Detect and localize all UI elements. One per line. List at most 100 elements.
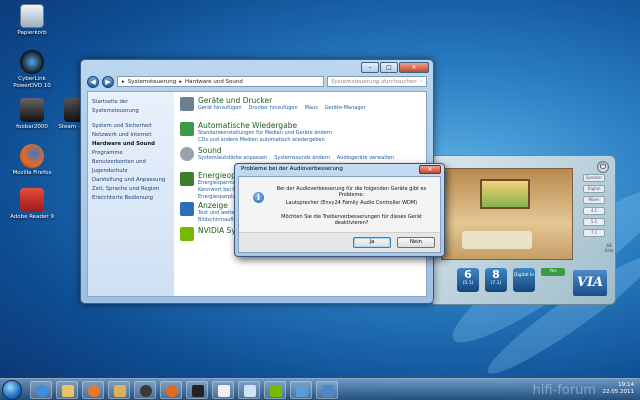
desktop-icon-recycle-bin[interactable]: Papierkorb xyxy=(4,4,60,37)
taskbar-app[interactable] xyxy=(108,381,130,399)
clock-date: 22.05.2011 xyxy=(602,389,635,395)
yes-button[interactable]: Ja xyxy=(353,237,391,248)
category-devices-printers: Geräte und Drucker Gerät hinzufügen Druck… xyxy=(180,96,422,118)
sidebar-item[interactable]: Benutzerkonten und Jugendschutz xyxy=(92,158,170,176)
taskbar-app[interactable] xyxy=(290,381,312,399)
mode-button[interactable]: 4.1 xyxy=(583,207,605,215)
taskbar-app[interactable] xyxy=(238,381,260,399)
sidebar-item[interactable]: System und Sicherheit xyxy=(92,122,170,131)
sidebar-item-home[interactable]: Startseite der Systemsteuerung xyxy=(92,98,170,116)
mode-button[interactable]: 7.1 xyxy=(583,229,605,237)
dialog-message: Bei der Audioverbesserung für die folgen… xyxy=(276,186,427,198)
taskbar-app[interactable] xyxy=(186,381,208,399)
autoplay-icon xyxy=(180,122,194,136)
desktop-icon-powerdvd[interactable]: CyberLink PowerDVD 10 xyxy=(4,50,60,90)
sidebar-item-current[interactable]: Hardware und Sound xyxy=(92,140,170,149)
dialog-button-bar: Ja Nein xyxy=(239,232,440,252)
no-button[interactable]: Nein xyxy=(397,237,435,248)
category-link[interactable]: Audiogeräte verwalten xyxy=(337,155,394,161)
mode-button[interactable]: Speaker xyxy=(583,174,605,182)
firefox-icon xyxy=(166,385,178,397)
taskbar-app[interactable] xyxy=(82,381,104,399)
sidebar-item[interactable]: Zeit, Sprache und Region xyxy=(92,185,170,194)
notepad-icon xyxy=(244,385,256,397)
dialog-body: i Bei der Audioverbesserung für die folg… xyxy=(238,176,441,253)
watermark: hifi-forum xyxy=(532,383,596,398)
close-button[interactable]: ✕ xyxy=(399,62,429,73)
forward-icon[interactable]: ▶ xyxy=(102,75,114,88)
category-link[interactable]: Systemlautstärke anpassen xyxy=(198,155,267,161)
nvidia-icon xyxy=(270,385,282,397)
taskbar-app[interactable] xyxy=(212,381,234,399)
monitor-icon xyxy=(180,202,194,216)
back-icon[interactable]: ◀ xyxy=(87,75,99,88)
channel-6-button[interactable]: 6 (5.1) xyxy=(457,268,479,292)
category-link[interactable]: Standardeinstellungen für Medien und Ger… xyxy=(198,130,422,137)
channel-8-button[interactable]: 8 (7.1) xyxy=(485,268,507,292)
digital-in-button[interactable]: Digital In xyxy=(513,268,535,292)
media-player-icon xyxy=(88,385,100,397)
category-title[interactable]: Geräte und Drucker xyxy=(198,96,422,105)
desktop-icon-adobe-reader[interactable]: Adobe Reader 9 xyxy=(4,188,60,221)
control-panel-icon xyxy=(296,385,308,397)
powerdvd-icon xyxy=(20,50,44,74)
category-autoplay: Automatische Wiedergabe Standardeinstell… xyxy=(180,121,422,143)
maximize-button[interactable]: □ xyxy=(380,62,398,73)
via-logo: VIA xyxy=(573,270,607,296)
category-link[interactable]: CDs und andere Medien automatisch wieder… xyxy=(198,137,422,144)
dialog-close-button[interactable]: ✕ xyxy=(419,165,441,174)
address-bar: ◀ ▶ ▸ Systemsteuerung ▸ Hardware und Sou… xyxy=(87,75,427,88)
taskbar-app[interactable] xyxy=(134,381,156,399)
sidebar-item[interactable]: Netzwerk und Internet xyxy=(92,131,170,140)
taskbar-app[interactable] xyxy=(160,381,182,399)
printer-icon xyxy=(180,97,194,111)
dialog-device: Lautsprecher (Envy24 Family Audio Contro… xyxy=(285,200,418,206)
folder-icon xyxy=(114,385,126,397)
category-link[interactable]: Gerät hinzufügen xyxy=(198,105,242,111)
mode-button[interactable]: Digital xyxy=(583,185,605,193)
dialog-title: Probleme bei der Audioverbesserung xyxy=(241,166,343,172)
sidebar-item[interactable]: Darstellung und Anpassung xyxy=(92,176,170,185)
speaker-icon xyxy=(180,147,194,161)
minimize-button[interactable]: – xyxy=(361,62,379,73)
breadcrumb[interactable]: ▸ Systemsteuerung ▸ Hardware und Sound xyxy=(117,76,324,87)
sample-rate: 48 kHz xyxy=(604,244,614,254)
breadcrumb-item[interactable]: Hardware und Sound xyxy=(185,79,243,85)
taskbar: hifi-forum 19:14 22.05.2011 xyxy=(0,378,640,400)
audio-deck-icon xyxy=(322,385,334,397)
category-link[interactable]: Geräte-Manager xyxy=(325,105,366,111)
category-link[interactable]: Systemsounds ändern xyxy=(274,155,330,161)
category-title[interactable]: Sound xyxy=(198,146,422,155)
mode-button-list: Speaker Digital Mixer 4.1 5.1 7.1 xyxy=(583,174,605,240)
category-title[interactable]: Automatische Wiedergabe xyxy=(198,121,422,130)
start-button[interactable] xyxy=(2,380,22,400)
foobar-icon xyxy=(192,385,204,397)
speaker-room-preview xyxy=(441,168,573,260)
room-sofa xyxy=(462,231,532,249)
recycle-bin-icon xyxy=(20,4,44,28)
dialog-question: Möchten Sie die Treiberverbesserungen fü… xyxy=(281,214,422,226)
clock[interactable]: 19:14 22.05.2011 xyxy=(603,382,635,396)
breadcrumb-separator: ▸ xyxy=(179,78,183,85)
desktop-icon-firefox[interactable]: Mozilla Firefox xyxy=(4,144,60,177)
taskbar-app[interactable] xyxy=(264,381,286,399)
sidebar: Startseite der Systemsteuerung System un… xyxy=(88,92,174,296)
yes-toggle[interactable]: Yes xyxy=(541,268,565,276)
control-panel-icon: ▸ xyxy=(122,78,125,85)
taskbar-app[interactable] xyxy=(56,381,78,399)
sidebar-item[interactable]: Erleichterte Bedienung xyxy=(92,194,170,203)
audio-enhancement-dialog: Probleme bei der Audioverbesserung ✕ i B… xyxy=(234,163,445,257)
category-link[interactable]: Maus xyxy=(305,105,318,111)
breadcrumb-item[interactable]: Systemsteuerung xyxy=(128,79,177,85)
window-controls: – □ ✕ xyxy=(361,62,429,74)
taskbar-app[interactable] xyxy=(30,381,52,399)
power-icon[interactable]: ⏻ xyxy=(597,161,609,173)
mode-button[interactable]: 5.1 xyxy=(583,218,605,226)
mode-button[interactable]: Mixer xyxy=(583,196,605,204)
battery-icon xyxy=(180,172,194,186)
sidebar-item[interactable]: Programme xyxy=(92,149,170,158)
category-link[interactable]: Drucker hinzufügen xyxy=(249,105,298,111)
search-input[interactable]: Systemsteuerung durchsuchen ⌕ xyxy=(327,76,427,87)
clock-time: 19:14 xyxy=(618,382,634,388)
taskbar-app[interactable] xyxy=(316,381,338,399)
